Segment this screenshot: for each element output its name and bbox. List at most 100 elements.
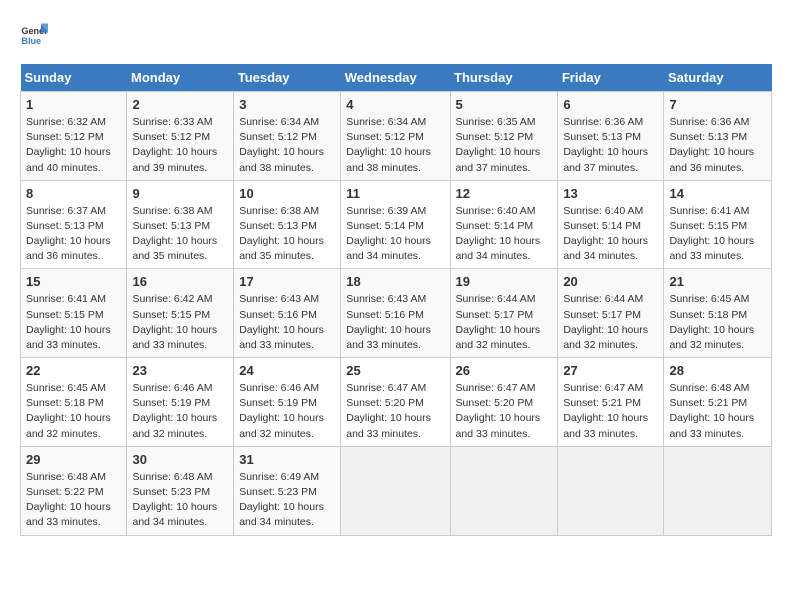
calendar-cell: 28Sunrise: 6:48 AM Sunset: 5:21 PM Dayli…: [664, 358, 772, 447]
weekday-header-monday: Monday: [127, 64, 234, 92]
day-number: 23: [132, 362, 228, 381]
calendar-week-4: 22Sunrise: 6:45 AM Sunset: 5:18 PM Dayli…: [21, 358, 772, 447]
day-number: 31: [239, 451, 335, 470]
day-number: 20: [563, 273, 658, 292]
calendar-cell: 3Sunrise: 6:34 AM Sunset: 5:12 PM Daylig…: [234, 92, 341, 181]
calendar-cell: 19Sunrise: 6:44 AM Sunset: 5:17 PM Dayli…: [450, 269, 558, 358]
calendar-cell: 5Sunrise: 6:35 AM Sunset: 5:12 PM Daylig…: [450, 92, 558, 181]
day-number: 24: [239, 362, 335, 381]
calendar-cell: 18Sunrise: 6:43 AM Sunset: 5:16 PM Dayli…: [341, 269, 450, 358]
calendar-cell: 21Sunrise: 6:45 AM Sunset: 5:18 PM Dayli…: [664, 269, 772, 358]
day-info: Sunrise: 6:48 AM Sunset: 5:22 PM Dayligh…: [26, 470, 121, 531]
day-number: 11: [346, 185, 444, 204]
logo-icon: General Blue: [20, 20, 48, 48]
weekday-header-row: SundayMondayTuesdayWednesdayThursdayFrid…: [21, 64, 772, 92]
day-number: 1: [26, 96, 121, 115]
weekday-header-wednesday: Wednesday: [341, 64, 450, 92]
day-number: 18: [346, 273, 444, 292]
day-info: Sunrise: 6:47 AM Sunset: 5:21 PM Dayligh…: [563, 381, 658, 442]
day-info: Sunrise: 6:45 AM Sunset: 5:18 PM Dayligh…: [26, 381, 121, 442]
svg-text:Blue: Blue: [21, 36, 41, 46]
day-number: 27: [563, 362, 658, 381]
day-info: Sunrise: 6:41 AM Sunset: 5:15 PM Dayligh…: [669, 204, 766, 265]
day-info: Sunrise: 6:32 AM Sunset: 5:12 PM Dayligh…: [26, 115, 121, 176]
day-info: Sunrise: 6:45 AM Sunset: 5:18 PM Dayligh…: [669, 292, 766, 353]
day-info: Sunrise: 6:37 AM Sunset: 5:13 PM Dayligh…: [26, 204, 121, 265]
day-info: Sunrise: 6:36 AM Sunset: 5:13 PM Dayligh…: [669, 115, 766, 176]
day-info: Sunrise: 6:42 AM Sunset: 5:15 PM Dayligh…: [132, 292, 228, 353]
day-number: 9: [132, 185, 228, 204]
page-header: General Blue: [20, 20, 772, 48]
day-number: 8: [26, 185, 121, 204]
day-number: 16: [132, 273, 228, 292]
day-info: Sunrise: 6:41 AM Sunset: 5:15 PM Dayligh…: [26, 292, 121, 353]
calendar-cell: 31Sunrise: 6:49 AM Sunset: 5:23 PM Dayli…: [234, 446, 341, 535]
calendar-cell: 13Sunrise: 6:40 AM Sunset: 5:14 PM Dayli…: [558, 180, 664, 269]
calendar-cell: 9Sunrise: 6:38 AM Sunset: 5:13 PM Daylig…: [127, 180, 234, 269]
day-number: 6: [563, 96, 658, 115]
day-number: 22: [26, 362, 121, 381]
day-number: 28: [669, 362, 766, 381]
day-info: Sunrise: 6:48 AM Sunset: 5:21 PM Dayligh…: [669, 381, 766, 442]
weekday-header-saturday: Saturday: [664, 64, 772, 92]
calendar-cell: 8Sunrise: 6:37 AM Sunset: 5:13 PM Daylig…: [21, 180, 127, 269]
day-info: Sunrise: 6:43 AM Sunset: 5:16 PM Dayligh…: [239, 292, 335, 353]
weekday-header-friday: Friday: [558, 64, 664, 92]
day-number: 12: [456, 185, 553, 204]
calendar-cell: 11Sunrise: 6:39 AM Sunset: 5:14 PM Dayli…: [341, 180, 450, 269]
day-number: 10: [239, 185, 335, 204]
day-info: Sunrise: 6:43 AM Sunset: 5:16 PM Dayligh…: [346, 292, 444, 353]
calendar-cell: [450, 446, 558, 535]
calendar-cell: 30Sunrise: 6:48 AM Sunset: 5:23 PM Dayli…: [127, 446, 234, 535]
day-info: Sunrise: 6:47 AM Sunset: 5:20 PM Dayligh…: [456, 381, 553, 442]
calendar-cell: 6Sunrise: 6:36 AM Sunset: 5:13 PM Daylig…: [558, 92, 664, 181]
day-info: Sunrise: 6:47 AM Sunset: 5:20 PM Dayligh…: [346, 381, 444, 442]
day-info: Sunrise: 6:35 AM Sunset: 5:12 PM Dayligh…: [456, 115, 553, 176]
day-info: Sunrise: 6:46 AM Sunset: 5:19 PM Dayligh…: [239, 381, 335, 442]
calendar-cell: 25Sunrise: 6:47 AM Sunset: 5:20 PM Dayli…: [341, 358, 450, 447]
day-number: 14: [669, 185, 766, 204]
day-info: Sunrise: 6:40 AM Sunset: 5:14 PM Dayligh…: [563, 204, 658, 265]
weekday-header-tuesday: Tuesday: [234, 64, 341, 92]
logo: General Blue: [20, 20, 52, 48]
day-info: Sunrise: 6:44 AM Sunset: 5:17 PM Dayligh…: [456, 292, 553, 353]
weekday-header-thursday: Thursday: [450, 64, 558, 92]
calendar-cell: 23Sunrise: 6:46 AM Sunset: 5:19 PM Dayli…: [127, 358, 234, 447]
calendar-cell: 29Sunrise: 6:48 AM Sunset: 5:22 PM Dayli…: [21, 446, 127, 535]
day-number: 19: [456, 273, 553, 292]
day-info: Sunrise: 6:38 AM Sunset: 5:13 PM Dayligh…: [132, 204, 228, 265]
day-number: 7: [669, 96, 766, 115]
calendar-table: SundayMondayTuesdayWednesdayThursdayFrid…: [20, 64, 772, 536]
day-info: Sunrise: 6:49 AM Sunset: 5:23 PM Dayligh…: [239, 470, 335, 531]
day-number: 3: [239, 96, 335, 115]
calendar-cell: 4Sunrise: 6:34 AM Sunset: 5:12 PM Daylig…: [341, 92, 450, 181]
calendar-cell: 15Sunrise: 6:41 AM Sunset: 5:15 PM Dayli…: [21, 269, 127, 358]
day-number: 2: [132, 96, 228, 115]
day-info: Sunrise: 6:33 AM Sunset: 5:12 PM Dayligh…: [132, 115, 228, 176]
day-info: Sunrise: 6:46 AM Sunset: 5:19 PM Dayligh…: [132, 381, 228, 442]
day-info: Sunrise: 6:36 AM Sunset: 5:13 PM Dayligh…: [563, 115, 658, 176]
calendar-cell: 10Sunrise: 6:38 AM Sunset: 5:13 PM Dayli…: [234, 180, 341, 269]
calendar-week-3: 15Sunrise: 6:41 AM Sunset: 5:15 PM Dayli…: [21, 269, 772, 358]
calendar-week-1: 1Sunrise: 6:32 AM Sunset: 5:12 PM Daylig…: [21, 92, 772, 181]
calendar-cell: 14Sunrise: 6:41 AM Sunset: 5:15 PM Dayli…: [664, 180, 772, 269]
day-info: Sunrise: 6:34 AM Sunset: 5:12 PM Dayligh…: [346, 115, 444, 176]
calendar-cell: 27Sunrise: 6:47 AM Sunset: 5:21 PM Dayli…: [558, 358, 664, 447]
day-number: 21: [669, 273, 766, 292]
day-info: Sunrise: 6:44 AM Sunset: 5:17 PM Dayligh…: [563, 292, 658, 353]
calendar-cell: 24Sunrise: 6:46 AM Sunset: 5:19 PM Dayli…: [234, 358, 341, 447]
day-info: Sunrise: 6:34 AM Sunset: 5:12 PM Dayligh…: [239, 115, 335, 176]
day-number: 29: [26, 451, 121, 470]
day-number: 26: [456, 362, 553, 381]
calendar-cell: [558, 446, 664, 535]
calendar-cell: 7Sunrise: 6:36 AM Sunset: 5:13 PM Daylig…: [664, 92, 772, 181]
day-info: Sunrise: 6:38 AM Sunset: 5:13 PM Dayligh…: [239, 204, 335, 265]
calendar-week-5: 29Sunrise: 6:48 AM Sunset: 5:22 PM Dayli…: [21, 446, 772, 535]
calendar-cell: [664, 446, 772, 535]
calendar-cell: 12Sunrise: 6:40 AM Sunset: 5:14 PM Dayli…: [450, 180, 558, 269]
day-number: 13: [563, 185, 658, 204]
day-number: 5: [456, 96, 553, 115]
calendar-cell: 22Sunrise: 6:45 AM Sunset: 5:18 PM Dayli…: [21, 358, 127, 447]
day-number: 4: [346, 96, 444, 115]
day-info: Sunrise: 6:40 AM Sunset: 5:14 PM Dayligh…: [456, 204, 553, 265]
